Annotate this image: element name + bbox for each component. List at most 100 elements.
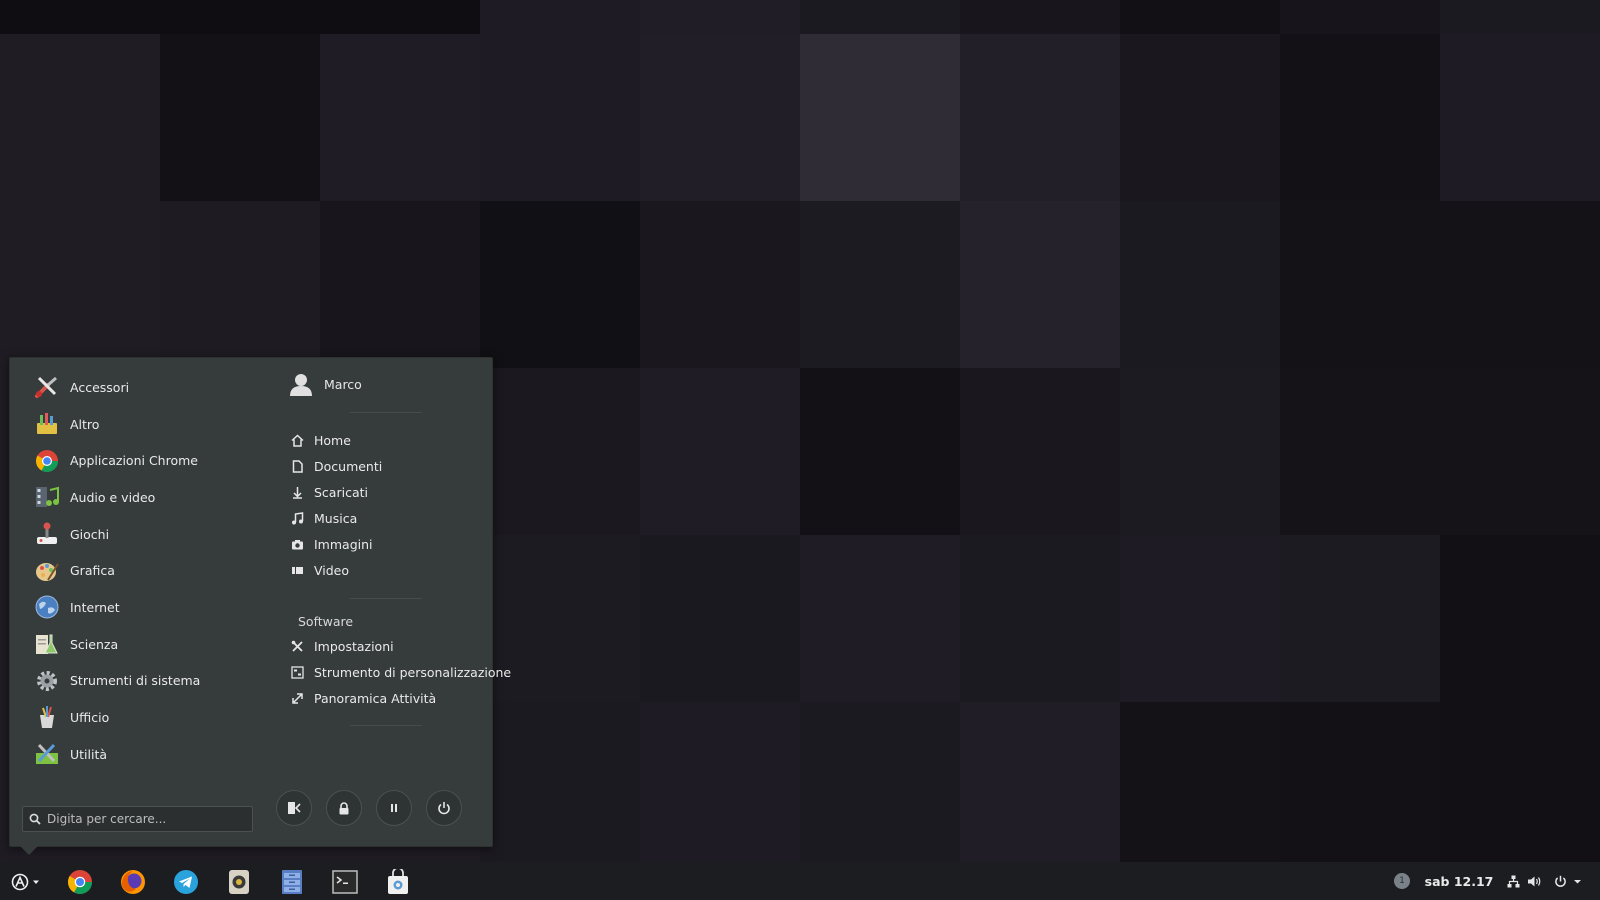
power-icon [1554, 875, 1567, 888]
system-menu-button[interactable] [1550, 862, 1586, 900]
software-center-icon [386, 869, 410, 895]
wallpaper-tile [1280, 535, 1440, 702]
other-icon [34, 411, 60, 437]
taskbar-app-firefox[interactable] [118, 867, 148, 897]
wallpaper-tile [1280, 34, 1440, 201]
place-label: Musica [314, 510, 358, 526]
place-immagini[interactable]: Immagini [290, 533, 373, 555]
taskbar-app-audio-player[interactable] [224, 867, 254, 897]
accessories-icon [34, 374, 60, 400]
wallpaper-tile [960, 0, 1120, 34]
category-internet[interactable]: Internet [34, 589, 264, 626]
tweak-tool-icon [290, 665, 304, 679]
menu-pointer [20, 846, 38, 855]
science-icon [34, 631, 60, 657]
place-musica[interactable]: Musica [290, 507, 357, 529]
wallpaper-tile [1120, 34, 1280, 201]
category-label: Accessori [70, 379, 130, 395]
switch-user-button[interactable] [276, 790, 312, 826]
category-label: Strumenti di sistema [70, 673, 201, 689]
category-strumenti-di-sistema[interactable]: Strumenti di sistema [34, 663, 264, 700]
software-strumento-personalizzazione[interactable]: Strumento di personalizzazione [290, 661, 511, 683]
workspace-indicator[interactable]: 1 [1392, 862, 1412, 900]
wallpaper-tile [800, 0, 960, 34]
applications-menu-button[interactable] [8, 867, 44, 897]
wallpaper-tile [1440, 34, 1600, 201]
utilities-icon [34, 741, 60, 767]
software-section-title: Software [298, 614, 354, 629]
office-icon [34, 705, 60, 731]
clock[interactable]: sab 12.17 [1424, 862, 1494, 900]
separator [350, 598, 422, 599]
home-icon [290, 433, 304, 447]
category-label: Giochi [70, 526, 110, 542]
wallpaper-tile [640, 201, 800, 368]
category-label: Scienza [70, 636, 119, 652]
lock-button[interactable] [326, 790, 362, 826]
games-icon [34, 521, 60, 547]
place-documenti[interactable]: Documenti [290, 455, 382, 477]
activities-overview-icon [290, 691, 304, 705]
wallpaper-tile [1120, 201, 1280, 368]
category-applicazioni-chrome[interactable]: Applicazioni Chrome [34, 442, 264, 479]
volume-icon [1527, 875, 1541, 888]
camera-icon [290, 537, 304, 551]
wallpaper-tile [1440, 0, 1600, 34]
place-label: Scaricati [314, 484, 368, 500]
software-panoramica-attivita[interactable]: Panoramica Attività [290, 687, 436, 709]
place-scaricati[interactable]: Scaricati [290, 481, 368, 503]
taskbar-app-terminal[interactable] [330, 867, 360, 897]
user-account-item[interactable]: Marco [288, 369, 362, 399]
category-giochi[interactable]: Giochi [34, 516, 264, 553]
category-altro[interactable]: Altro [34, 406, 264, 443]
category-utilita[interactable]: Utilità [34, 736, 264, 773]
power-button[interactable] [426, 790, 462, 826]
chrome-icon [34, 448, 60, 474]
audio-player-icon [228, 869, 250, 895]
wallpaper-tile [1120, 368, 1280, 535]
user-avatar-icon [288, 371, 314, 397]
taskbar-app-chrome[interactable] [65, 867, 95, 897]
application-menu: Accessori Altro Applicazioni Chrome Audi… [9, 357, 511, 847]
software-impostazioni[interactable]: Impostazioni [290, 635, 394, 657]
settings-icon [290, 639, 304, 653]
category-grafica[interactable]: Grafica [34, 552, 264, 589]
wallpaper-tile [320, 0, 480, 34]
wallpaper-tile [160, 0, 320, 34]
category-scienza[interactable]: Scienza [34, 626, 264, 663]
wallpaper-tile [1280, 201, 1440, 368]
place-home[interactable]: Home [290, 429, 351, 451]
wallpaper-tile [960, 34, 1120, 201]
taskbar-app-files[interactable] [277, 867, 307, 897]
category-label: Internet [70, 599, 120, 615]
place-label: Home [314, 432, 351, 448]
place-label: Immagini [314, 536, 373, 552]
wallpaper-tile [0, 34, 160, 201]
terminal-icon [332, 870, 358, 894]
user-name: Marco [324, 376, 362, 392]
download-icon [290, 485, 304, 499]
search-input[interactable] [47, 812, 242, 826]
search-box[interactable] [22, 806, 253, 832]
network-icon [1507, 875, 1520, 888]
volume-indicator[interactable] [1526, 862, 1542, 900]
wallpaper-tile [800, 34, 960, 201]
system-tools-icon [34, 668, 60, 694]
wallpaper-tile [480, 368, 640, 535]
place-label: Video [314, 562, 350, 578]
taskbar-app-software-center[interactable] [383, 867, 413, 897]
wallpaper-tile [800, 201, 960, 368]
category-ufficio[interactable]: Ufficio [34, 699, 264, 736]
category-audio-e-video[interactable]: Audio e video [34, 479, 264, 516]
category-label: Grafica [70, 563, 115, 579]
wallpaper-tile [480, 0, 640, 34]
wallpaper-tile [480, 34, 640, 201]
suspend-button[interactable] [376, 790, 412, 826]
place-video[interactable]: Video [290, 559, 349, 581]
category-accessori[interactable]: Accessori [34, 369, 264, 406]
files-icon [281, 869, 303, 895]
taskbar-app-telegram[interactable] [171, 867, 201, 897]
music-icon [290, 511, 304, 525]
network-indicator[interactable] [1505, 862, 1521, 900]
workspace-number: 1 [1394, 873, 1410, 889]
